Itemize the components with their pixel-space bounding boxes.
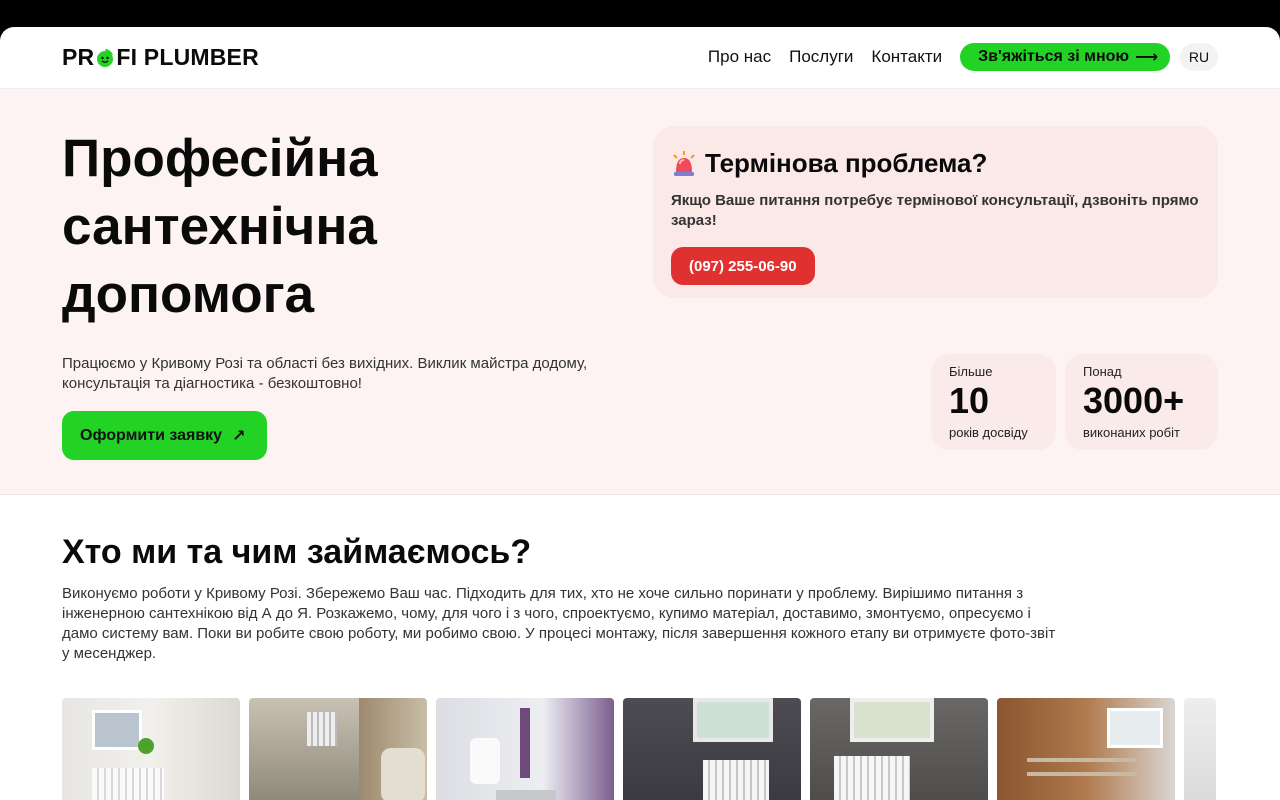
- hero-title: Професійна сантехнічна допомога: [62, 129, 378, 324]
- arrow-right-icon: ⟶: [1135, 49, 1158, 66]
- arrow-up-right-icon: ↗: [232, 427, 246, 445]
- gallery-photo[interactable]: [623, 698, 801, 800]
- stat-value: 10: [949, 380, 990, 421]
- nav-contacts[interactable]: Контакти: [871, 47, 942, 67]
- submit-request-button[interactable]: Оформити заявку ↗: [62, 411, 268, 460]
- site-header: PR FI PLUMBER Про нас Послуги Контакти З…: [0, 27, 1280, 89]
- stat-caption: виконаних робіт: [1083, 425, 1180, 440]
- gallery-photo[interactable]: [810, 698, 988, 800]
- phone-button[interactable]: (097) 255-06-90: [671, 247, 815, 285]
- contact-me-label: Зв'яжіться зі мною: [978, 48, 1130, 65]
- hero-section: Професійна сантехнічна допомога Працюємо…: [0, 89, 1280, 495]
- hero-subtitle: Працюємо у Кривому Розі та області без в…: [62, 355, 588, 392]
- nav-services[interactable]: Послуги: [789, 47, 853, 67]
- urgent-title: Термінова проблема?: [671, 148, 1200, 179]
- gallery-photo[interactable]: [249, 698, 427, 800]
- submit-request-label: Оформити заявку: [80, 426, 223, 444]
- gallery-photo[interactable]: [997, 698, 1175, 800]
- main-nav: Про нас Послуги Контакти Зв'яжіться зі м…: [708, 43, 1218, 71]
- logo-text-left: PR: [62, 44, 95, 70]
- gallery-photo[interactable]: [436, 698, 614, 800]
- gallery-photo[interactable]: [1184, 698, 1216, 800]
- urgent-text: Якщо Ваше питання потребує термінової ко…: [671, 192, 1199, 229]
- urgent-card: Термінова проблема? Якщо Ваше питання по…: [653, 126, 1218, 298]
- browser-top-bar: [0, 0, 1280, 27]
- siren-icon: [671, 150, 697, 178]
- stat-value: 3000+: [1083, 380, 1185, 421]
- nav-about[interactable]: Про нас: [708, 47, 771, 67]
- contact-me-button[interactable]: Зв'яжіться зі мною ⟶: [960, 43, 1170, 71]
- about-text: Виконуємо роботи у Кривому Розі. Збереже…: [62, 585, 1056, 662]
- logo-text-right: FI PLUMBER: [116, 44, 259, 70]
- stat-caption: років досвіду: [949, 425, 1028, 440]
- gallery-photo[interactable]: [62, 698, 240, 800]
- about-title: Хто ми та чим займаємось?: [62, 533, 532, 571]
- page: PR FI PLUMBER Про нас Послуги Контакти З…: [0, 27, 1280, 800]
- stat-works: Понад 3000+ виконаних робіт: [1065, 354, 1218, 450]
- logo[interactable]: PR FI PLUMBER: [62, 44, 259, 71]
- photo-gallery: [62, 698, 1216, 800]
- language-switch[interactable]: RU: [1180, 43, 1218, 71]
- stat-small: Більше: [949, 364, 993, 379]
- stat-small: Понад: [1083, 364, 1122, 379]
- urgent-title-text: Термінова проблема?: [705, 148, 988, 178]
- leaf-logo-icon: [95, 48, 115, 68]
- stat-experience: Більше 10 років досвіду: [931, 354, 1056, 450]
